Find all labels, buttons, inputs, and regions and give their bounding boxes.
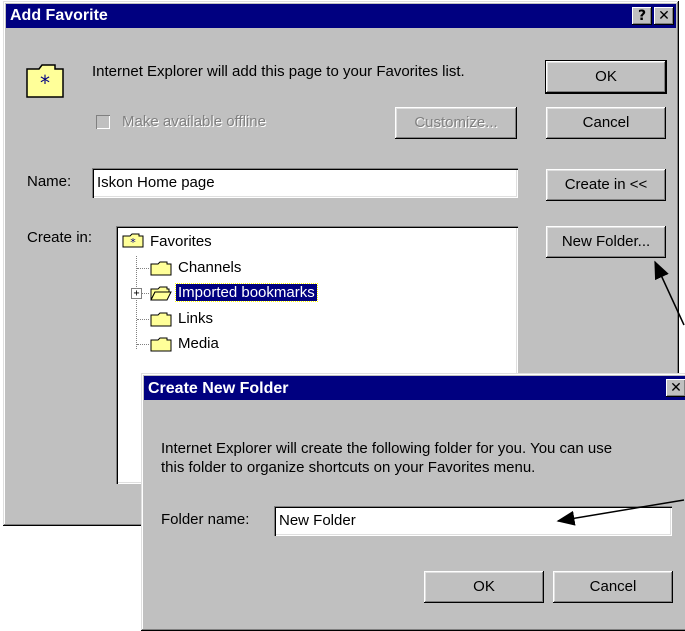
tree-node-label: Media (178, 335, 219, 352)
create-in-label: Create in: (27, 229, 93, 246)
open-folder-icon (150, 286, 172, 301)
cancel-button[interactable]: Cancel (546, 107, 666, 139)
favorites-icon: * (122, 233, 144, 248)
add-favorite-info-text: Internet Explorer will add this page to … (92, 63, 465, 80)
favorites-folder-icon: * (26, 64, 64, 98)
create-folder-dialog: Create New Folder ✕ Internet Explorer wi… (141, 373, 685, 631)
svg-text:*: * (40, 71, 50, 95)
add-favorite-title: Add Favorite (10, 7, 108, 24)
ok-button[interactable]: OK (424, 571, 544, 603)
create-folder-info-line1: Internet Explorer will create the follow… (161, 440, 613, 457)
name-input[interactable]: Iskon Home page (92, 168, 518, 198)
create-folder-info-line2: this folder to organize shortcuts on you… (161, 459, 536, 476)
ok-button[interactable]: OK (545, 60, 667, 94)
name-label: Name: (27, 173, 72, 190)
tree-branch-media (137, 344, 149, 345)
new-folder-button[interactable]: New Folder... (546, 226, 666, 258)
folder-icon (150, 312, 172, 327)
close-button[interactable]: ✕ (654, 7, 674, 25)
tree-node-label: Favorites (150, 233, 212, 250)
folder-icon (150, 261, 172, 276)
close-button[interactable]: ✕ (666, 379, 685, 397)
create-in-toggle-button[interactable]: Create in << (546, 169, 666, 201)
folder-icon (150, 337, 172, 352)
tree-branch-links (137, 319, 149, 320)
expand-icon[interactable]: + (131, 288, 142, 299)
create-folder-title: Create New Folder (148, 380, 289, 397)
add-favorite-titlebar[interactable]: Add Favorite ? ✕ (6, 4, 676, 28)
create-folder-titlebar[interactable]: Create New Folder ✕ (144, 376, 685, 400)
cancel-button[interactable]: Cancel (553, 571, 673, 603)
svg-text:*: * (130, 236, 136, 248)
tree-node-label: Links (178, 310, 214, 327)
offline-checkbox-label[interactable]: Make available offline (122, 113, 266, 130)
tree-root-line (136, 256, 137, 349)
tree-branch-channels (137, 268, 149, 269)
folder-name-input[interactable]: New Folder (274, 506, 672, 536)
tree-node-label: Imported bookmarks (175, 283, 318, 302)
offline-checkbox[interactable] (96, 115, 110, 129)
help-button[interactable]: ? (632, 7, 652, 25)
customize-button[interactable]: Customize... (395, 107, 517, 139)
folder-name-label: Folder name: (161, 511, 250, 528)
tree-node-label: Channels (178, 259, 242, 276)
